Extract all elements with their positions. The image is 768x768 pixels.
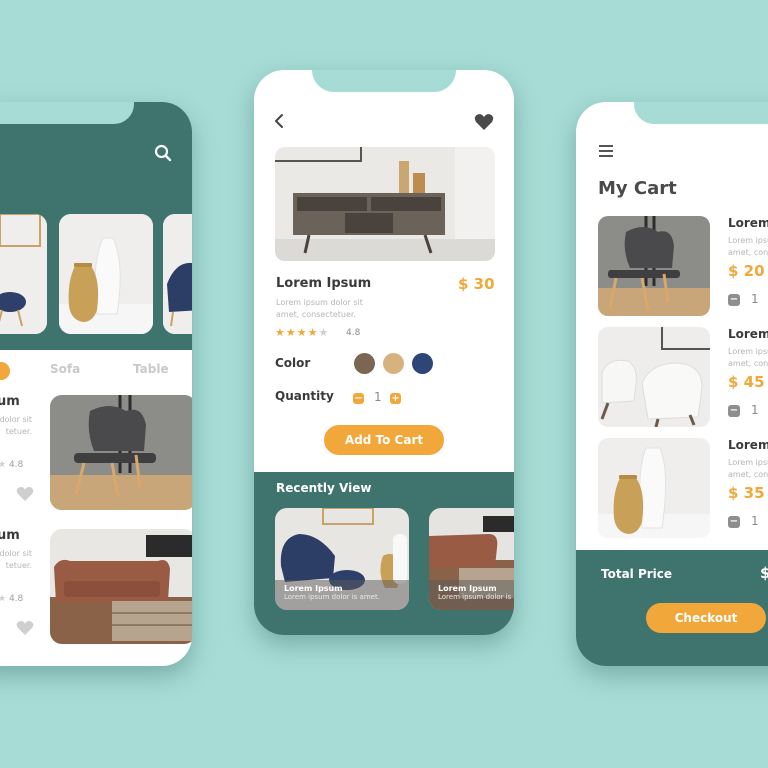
product-image-leather-sofa xyxy=(50,529,192,644)
cart-screen: My Cart Lorem Lorem ipsu amet, cons $ 20 … xyxy=(576,102,768,666)
product-description: Lorem ipsum dolor sit amet, consectetuer… xyxy=(276,298,363,319)
cart-item-quantity: 1 xyxy=(751,403,759,417)
quantity-label: Quantity xyxy=(275,389,334,403)
heart-icon[interactable] xyxy=(16,486,34,502)
recently-viewed-title: Recently View xyxy=(276,481,372,495)
product-detail-screen: Lorem Ipsum $ 30 Lorem ipsum dolor sit a… xyxy=(254,70,514,635)
product-rating: ★ 4.8 xyxy=(0,594,24,604)
tab-sofa[interactable]: Sofa xyxy=(50,362,80,376)
star-icon: ★ xyxy=(0,460,7,470)
cart-item-desc: Lorem ipsu amet, cons xyxy=(728,458,768,479)
cart-item-image-white-armchair xyxy=(598,327,710,427)
quantity-increase-button[interactable]: + xyxy=(390,393,401,404)
card-caption: Lorem Ipsum Lorem ipsum dolor is amet. xyxy=(275,580,409,610)
star-icon: ★ xyxy=(285,326,297,339)
phone-notch xyxy=(312,70,456,92)
color-swatch-tan[interactable] xyxy=(383,353,404,374)
product-desc: dolor sit tetuer. xyxy=(0,549,32,570)
search-icon[interactable] xyxy=(154,144,172,162)
cart-item-title: Lorem xyxy=(728,327,768,341)
heart-icon[interactable] xyxy=(16,620,34,636)
explore-header: ore xyxy=(0,102,192,350)
tab-table[interactable]: Table xyxy=(133,362,169,376)
total-section: Total Price $ Checkout xyxy=(576,550,768,666)
product-rating: ★ 4.8 xyxy=(0,460,24,470)
rating-stars: ★★★★★ xyxy=(275,326,329,339)
checkout-button[interactable]: Checkout xyxy=(646,603,766,633)
recently-viewed-card[interactable]: Lorem Ipsum Lorem ipsum dolor is amet. xyxy=(275,508,409,610)
rating-value: 4.8 xyxy=(346,328,361,338)
quantity-decrease-button[interactable]: − xyxy=(353,393,364,404)
phone-notch xyxy=(634,102,768,124)
hamburger-menu-icon[interactable] xyxy=(599,145,613,157)
heart-icon[interactable] xyxy=(474,113,494,131)
star-icon: ★ xyxy=(307,326,319,339)
cart-item-desc: Lorem ipsu amet, cons xyxy=(728,236,768,257)
quantity-decrease-button[interactable]: − xyxy=(728,405,740,417)
product-title: psum xyxy=(0,394,20,409)
color-label: Color xyxy=(275,356,311,370)
cart-item-image-grey-armchair xyxy=(598,216,710,316)
star-icon: ★ xyxy=(296,326,308,339)
cart-item-price: $ 20 xyxy=(728,262,765,280)
category-thumb-chair[interactable] xyxy=(0,214,47,334)
cart-item-price: $ 35 xyxy=(728,484,765,502)
card-desc: Lorem ipsum dolor is amet. xyxy=(438,593,514,601)
product-desc: dolor sit tetuer. xyxy=(0,415,32,436)
product-title: psum xyxy=(0,528,20,543)
cart-item-price: $ 45 xyxy=(728,373,765,391)
quantity-decrease-button[interactable]: − xyxy=(728,516,740,528)
cart-title: My Cart xyxy=(598,178,677,199)
add-to-cart-button[interactable]: Add To Cart xyxy=(324,425,444,455)
category-tabs: Sofa Table xyxy=(0,360,192,382)
tab-chair-active[interactable] xyxy=(0,362,10,380)
total-price-label: Total Price xyxy=(601,567,673,581)
category-thumb-vase[interactable] xyxy=(59,214,153,334)
card-caption: Lorem Ipsum Lorem ipsum dolor is amet. xyxy=(429,580,514,610)
category-thumb-armchair[interactable] xyxy=(163,214,192,334)
star-icon: ★ xyxy=(318,326,330,339)
explore-screen: ore xyxy=(0,102,192,666)
recently-viewed-section: Recently View Lorem Ipsum Lorem ipsum do… xyxy=(254,472,514,635)
quantity-decrease-button[interactable]: − xyxy=(728,294,740,306)
cart-item-title: Lorem xyxy=(728,438,768,452)
star-icon: ★ xyxy=(0,594,7,604)
color-swatch-navy[interactable] xyxy=(412,353,433,374)
cart-item-quantity: 1 xyxy=(751,292,759,306)
color-swatch-brown[interactable] xyxy=(354,353,375,374)
star-icon: ★ xyxy=(275,326,286,339)
card-desc: Lorem ipsum dolor is amet. xyxy=(284,593,380,601)
product-price: $ 30 xyxy=(458,275,495,293)
product-hero-image xyxy=(275,147,495,261)
cart-item-quantity: 1 xyxy=(751,514,759,528)
cart-item-image-vases xyxy=(598,438,710,538)
total-price-value: $ xyxy=(760,564,768,582)
card-title: Lorem Ipsum xyxy=(438,584,497,593)
product-image-grey-armchair xyxy=(50,395,192,510)
phone-notch xyxy=(0,102,134,124)
quantity-value: 1 xyxy=(374,390,382,404)
chevron-left-icon[interactable] xyxy=(272,112,286,130)
recently-viewed-card[interactable]: Lorem Ipsum Lorem ipsum dolor is amet. xyxy=(429,508,514,610)
product-title: Lorem Ipsum xyxy=(276,276,372,291)
card-title: Lorem Ipsum xyxy=(284,584,343,593)
cart-item-desc: Lorem ipsu amet, cons xyxy=(728,347,768,368)
cart-item-title: Lorem xyxy=(728,216,768,230)
